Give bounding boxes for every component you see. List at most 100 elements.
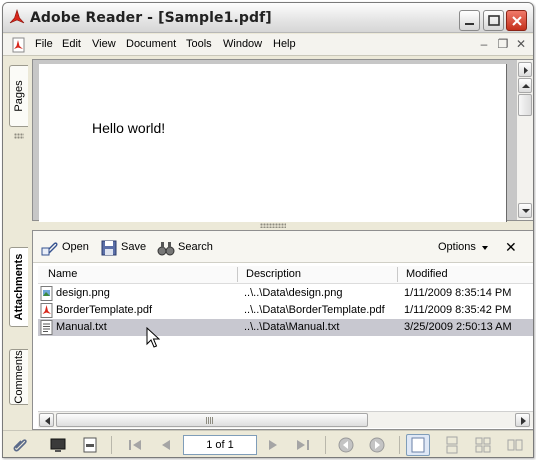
pdf-file-icon <box>40 303 53 318</box>
tab-pages-label: Pages <box>13 80 25 112</box>
navigation-tabs: Pages Attachments Comments <box>3 57 30 435</box>
scroll-thumb[interactable] <box>518 94 532 116</box>
menu-document[interactable]: Document <box>126 38 176 50</box>
menu-file[interactable]: File <box>35 38 53 50</box>
chevron-down-icon <box>482 246 488 250</box>
close-icon <box>512 16 522 26</box>
continuous-facing-view-icon[interactable] <box>506 436 524 454</box>
scroll-thumb-grip <box>206 417 214 424</box>
pane-splitter[interactable] <box>32 222 533 230</box>
menu-window[interactable]: Window <box>223 38 262 50</box>
text-file-icon <box>40 320 53 335</box>
document-vertical-scrollbar[interactable] <box>516 60 533 220</box>
open-attachment-icon <box>41 242 58 256</box>
column-divider[interactable] <box>397 267 398 282</box>
splitter-grip[interactable] <box>260 223 286 228</box>
open-label: Open <box>62 241 89 253</box>
menu-view[interactable]: View <box>92 38 116 50</box>
maximize-icon <box>488 15 500 26</box>
menu-tools[interactable]: Tools <box>186 38 212 50</box>
first-page-icon[interactable] <box>126 436 144 454</box>
minimize-icon <box>465 23 474 25</box>
table-row[interactable]: design.png ..\..\Data\design.png 1/11/20… <box>38 285 533 302</box>
continuous-view-icon[interactable] <box>443 436 461 454</box>
attachment-name: design.png <box>56 287 110 299</box>
column-header-modified[interactable]: Modified <box>406 268 448 280</box>
next-page-icon[interactable] <box>264 436 282 454</box>
attachment-name: Manual.txt <box>56 321 107 333</box>
single-page-view-button[interactable] <box>406 434 430 456</box>
next-view-icon[interactable] <box>368 436 386 454</box>
doc-restore-button[interactable]: ❐ <box>496 37 510 51</box>
doc-minimize-button[interactable]: – <box>477 37 491 51</box>
column-divider[interactable] <box>237 267 238 282</box>
menu-edit[interactable]: Edit <box>62 38 81 50</box>
attachments-panel: Open Save Search Options ✕ Name Descript… <box>32 230 533 430</box>
binoculars-icon <box>157 242 175 256</box>
maximize-button[interactable] <box>483 10 504 31</box>
attachment-modified: 1/11/2009 8:35:42 PM <box>404 304 512 316</box>
tab-attachments-label: Attachments <box>13 253 25 321</box>
tab-comments[interactable]: Comments <box>9 349 28 405</box>
arrow-left-icon <box>45 417 50 425</box>
title-bar[interactable]: Adobe Reader - [Sample1.pdf] <box>3 3 533 33</box>
scroll-left-button[interactable] <box>39 413 54 427</box>
table-row[interactable]: BorderTemplate.pdf ..\..\Data\BorderTemp… <box>38 302 533 319</box>
minimize-button[interactable] <box>459 10 480 31</box>
column-header-description[interactable]: Description <box>246 268 301 280</box>
image-file-icon <box>40 286 53 301</box>
attachment-description: ..\..\Data\design.png <box>244 287 343 299</box>
document-properties-icon[interactable] <box>81 436 99 454</box>
monitor-icon[interactable] <box>49 436 67 454</box>
scroll-right-button[interactable] <box>515 413 530 427</box>
previous-page-icon[interactable] <box>157 436 175 454</box>
previous-view-icon[interactable] <box>337 436 355 454</box>
pages-tab-grip[interactable] <box>14 133 24 139</box>
attachment-description: ..\..\Data\Manual.txt <box>244 321 340 333</box>
toolbar-separator <box>399 436 400 454</box>
save-label: Save <box>121 241 147 253</box>
pdf-document-icon[interactable] <box>11 37 27 53</box>
document-text: Hello world! <box>92 120 166 136</box>
tab-pages[interactable]: Pages <box>9 65 28 127</box>
attachments-horizontal-scrollbar[interactable] <box>38 411 533 428</box>
arrow-up-icon <box>522 84 530 88</box>
tab-comments-label: Comments <box>13 350 25 404</box>
attachments-column-headers: Name Description Modified <box>38 266 533 284</box>
mouse-cursor-icon <box>146 327 160 348</box>
save-attachment-icon <box>101 240 117 256</box>
page-number-field[interactable]: 1 of 1 <box>183 435 257 455</box>
horizontal-scroll-thumb[interactable] <box>56 413 368 427</box>
paperclip-icon[interactable] <box>11 436 29 454</box>
options-menu-button[interactable]: Options <box>438 241 476 253</box>
toolbar-separator <box>111 436 112 454</box>
window-title: Adobe Reader - [Sample1.pdf] <box>30 10 272 26</box>
page-indicator: 1 of 1 <box>206 439 234 451</box>
toolbar-separator <box>325 436 326 454</box>
menu-bar: File Edit View Document Tools Window Hel… <box>3 34 533 56</box>
attachment-name: BorderTemplate.pdf <box>56 304 152 316</box>
scroll-down-button[interactable] <box>518 203 532 218</box>
scroll-up-button[interactable] <box>518 78 532 93</box>
column-header-name[interactable]: Name <box>48 268 77 280</box>
application-window: Adobe Reader - [Sample1.pdf] File Edit V… <box>2 2 534 458</box>
table-row[interactable]: Manual.txt ..\..\Data\Manual.txt 3/25/20… <box>38 319 533 336</box>
tab-attachments[interactable]: Attachments <box>9 247 28 327</box>
save-button[interactable]: Save <box>100 239 152 257</box>
close-button[interactable] <box>506 10 527 31</box>
status-bar: 1 of 1 <box>3 430 533 457</box>
adobe-reader-icon <box>9 9 25 24</box>
search-button[interactable]: Search <box>157 239 219 257</box>
facing-view-icon[interactable] <box>474 436 492 454</box>
open-button[interactable]: Open <box>41 239 97 257</box>
attachment-description: ..\..\Data\BorderTemplate.pdf <box>244 304 385 316</box>
document-pane[interactable]: Hello world! <box>32 59 533 224</box>
pdf-page: Hello world! <box>39 64 507 224</box>
menu-help[interactable]: Help <box>273 38 296 50</box>
scroll-right-top-button[interactable] <box>518 62 532 77</box>
single-page-icon <box>411 437 425 453</box>
arrow-down-icon <box>522 209 530 213</box>
close-attachments-button[interactable]: ✕ <box>505 239 517 256</box>
doc-close-button[interactable]: ✕ <box>514 37 528 51</box>
last-page-icon[interactable] <box>294 436 312 454</box>
